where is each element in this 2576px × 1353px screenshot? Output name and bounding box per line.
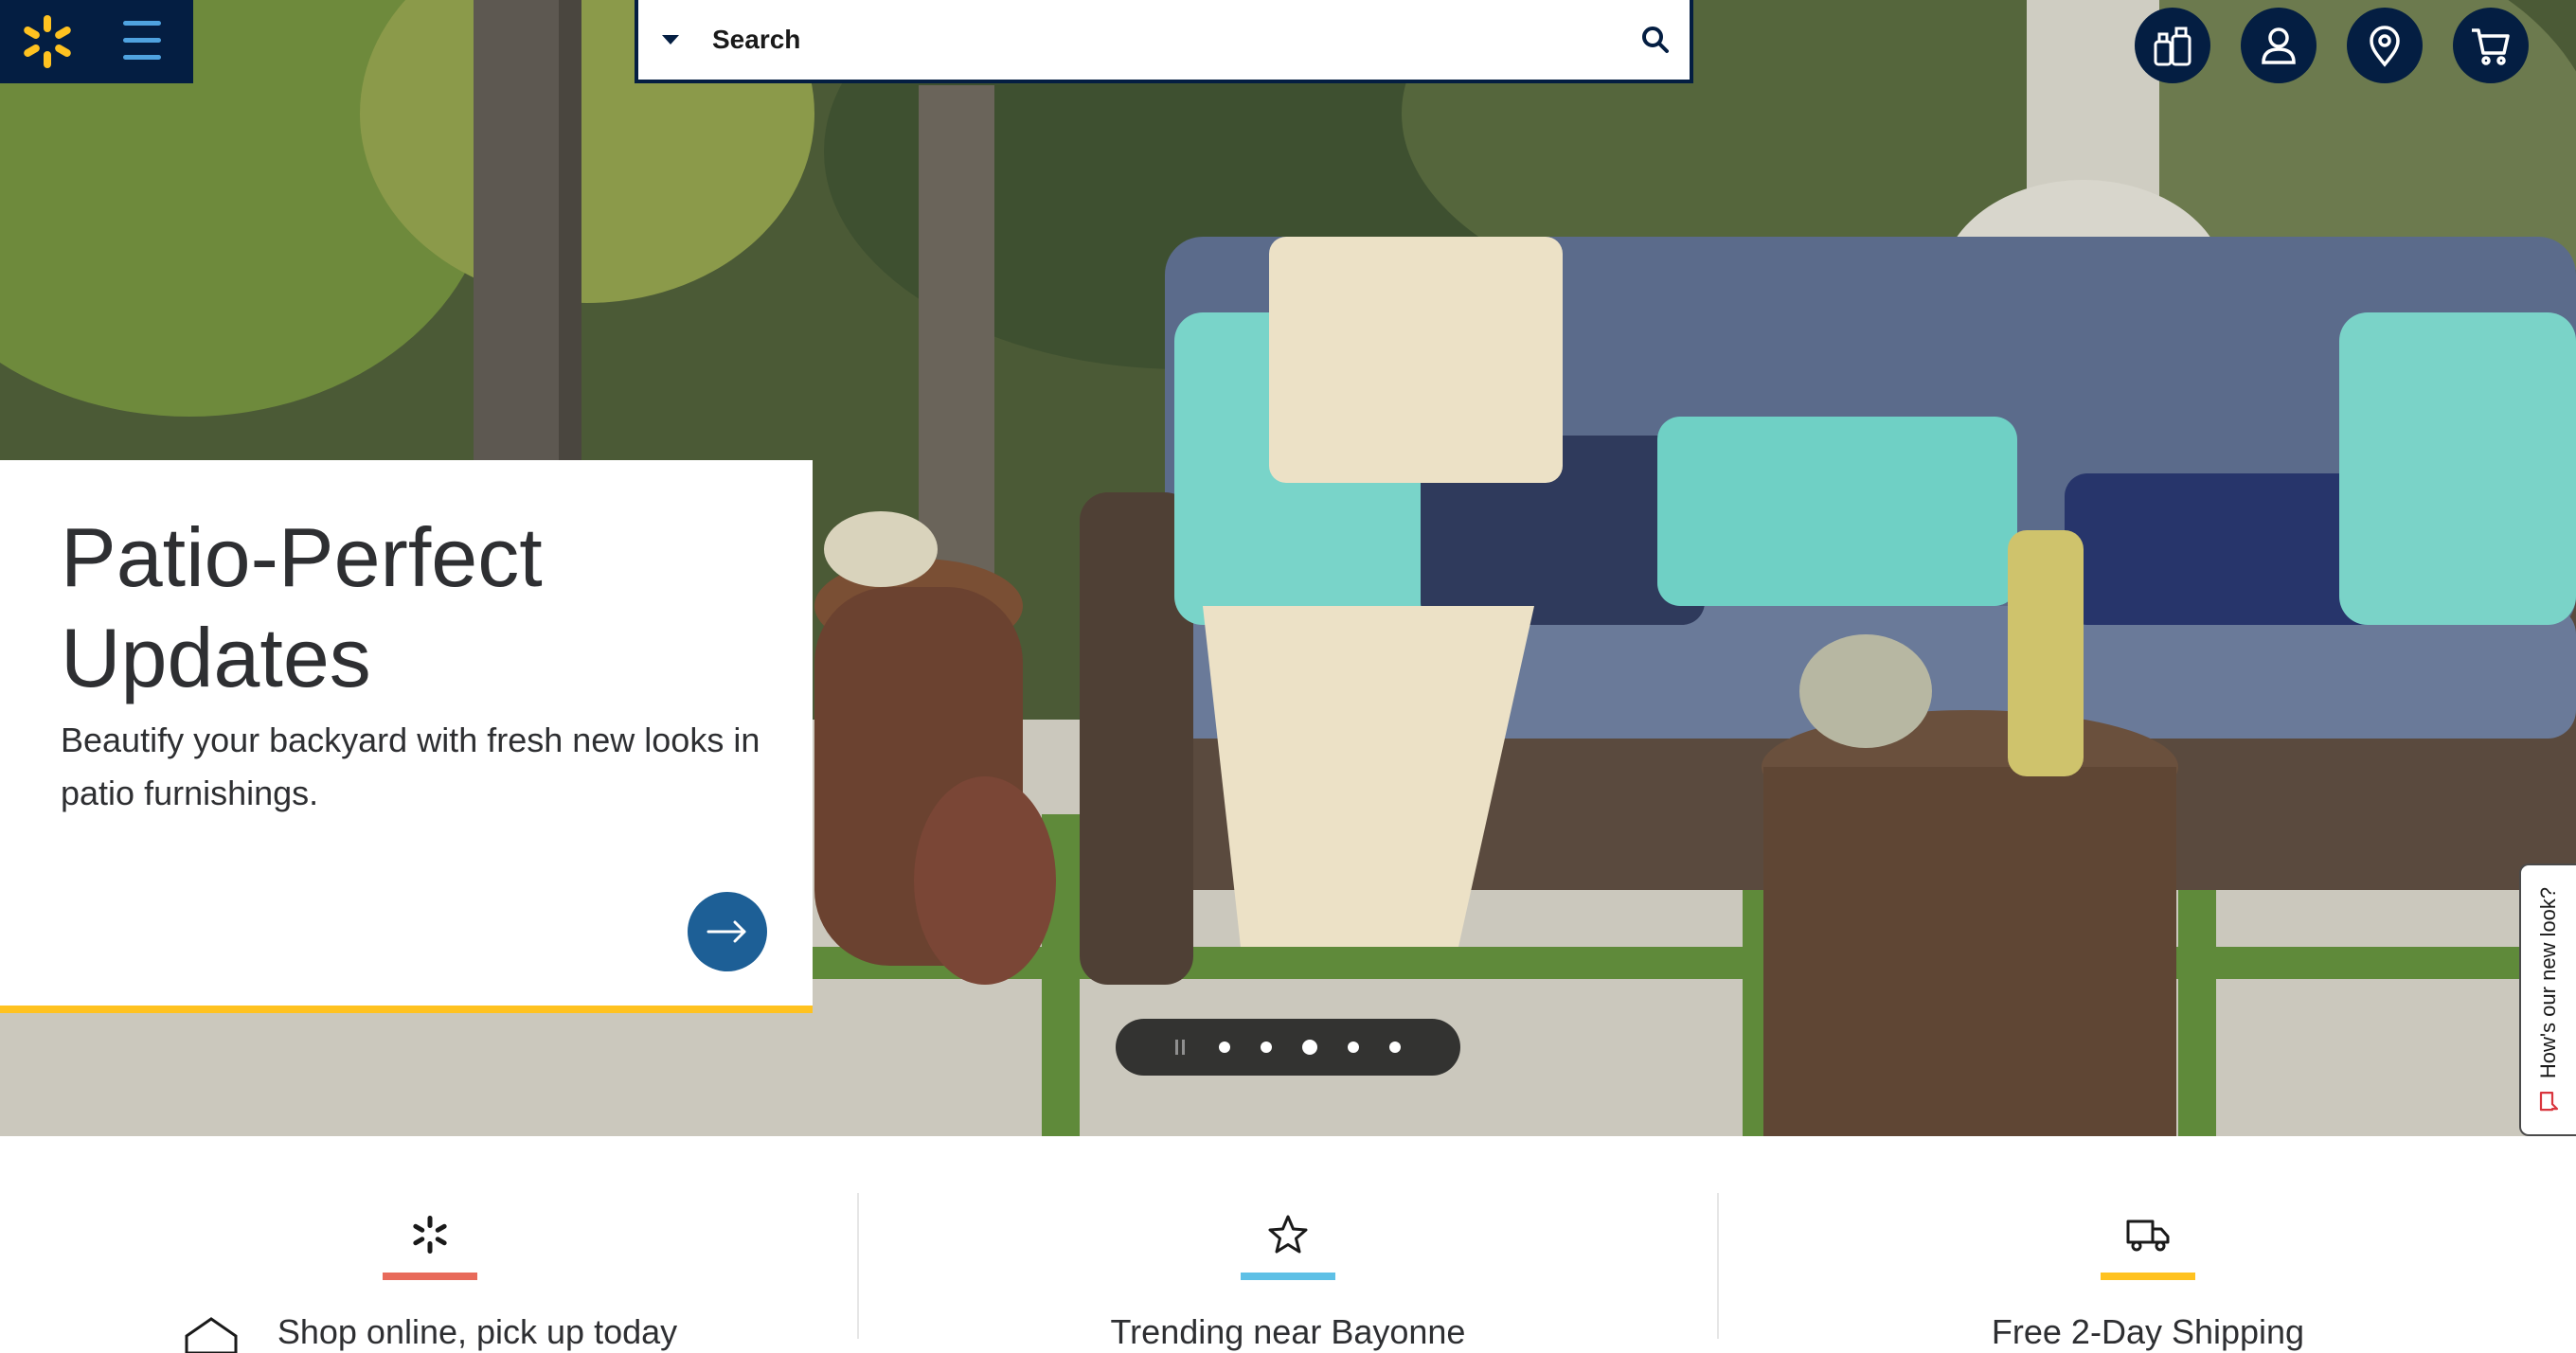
spark-icon: [407, 1212, 453, 1257]
value-prop-accent-bar: [2101, 1273, 2195, 1280]
store-icon: [185, 1317, 238, 1353]
account-icon[interactable]: [2241, 8, 2317, 83]
promo-title: Patio-Perfect Updates: [61, 510, 543, 704]
walmart-logo[interactable]: [0, 0, 193, 83]
hero-banner[interactable]: Patio-Perfect Updates Beautify your back…: [0, 0, 2576, 1136]
caret-down-icon[interactable]: [638, 0, 703, 80]
chat-bubble-icon: [2539, 1092, 2559, 1112]
value-prop-shipping[interactable]: Free 2-Day Shipping: [1718, 1136, 2576, 1351]
search-input[interactable]: [703, 0, 1621, 80]
feedback-tab[interactable]: How's our new look?: [2519, 863, 2576, 1136]
star-icon: [1265, 1212, 1311, 1257]
store-location-icon[interactable]: [2347, 8, 2423, 83]
value-prop-pickup[interactable]: Shop online, pick up today: [0, 1136, 860, 1353]
carousel-dot-active[interactable]: [1302, 1040, 1317, 1055]
promo-card: Patio-Perfect Updates Beautify your back…: [0, 460, 813, 1013]
lists-icon[interactable]: [2135, 8, 2210, 83]
value-prop-label: Trending near Bayonne: [1110, 1312, 1466, 1351]
cart-icon[interactable]: [2453, 8, 2529, 83]
carousel-controls: [1116, 1019, 1460, 1076]
value-prop-label: Shop online, pick up today: [277, 1312, 678, 1351]
carousel-dot[interactable]: [1261, 1041, 1272, 1053]
hamburger-menu-icon[interactable]: [123, 21, 167, 61]
value-prop-accent-bar: [1241, 1273, 1335, 1280]
feedback-label: How's our new look?: [2536, 886, 2560, 1079]
value-prop-label-container: Shop online, pick up today: [0, 1312, 860, 1353]
promo-accent-stripe: [0, 1006, 813, 1013]
value-prop-accent-bar: [383, 1273, 477, 1280]
value-props: Shop online, pick up today Trending near…: [0, 1136, 2576, 1353]
search-bar: [635, 0, 1693, 83]
search-icon[interactable]: [1621, 0, 1690, 80]
truck-icon: [2125, 1212, 2171, 1257]
value-prop-label: Free 2-Day Shipping: [1991, 1312, 2305, 1351]
value-prop-trending[interactable]: Trending near Bayonne: [858, 1136, 1718, 1351]
pause-icon[interactable]: [1175, 1040, 1189, 1055]
promo-subtitle: Beautify your backyard with fresh new lo…: [61, 721, 760, 812]
carousel-dot[interactable]: [1348, 1041, 1359, 1053]
spark-logo-icon: [24, 15, 71, 68]
arrow-right-icon[interactable]: [688, 892, 767, 971]
carousel-dot[interactable]: [1219, 1041, 1230, 1053]
carousel-dot[interactable]: [1389, 1041, 1401, 1053]
